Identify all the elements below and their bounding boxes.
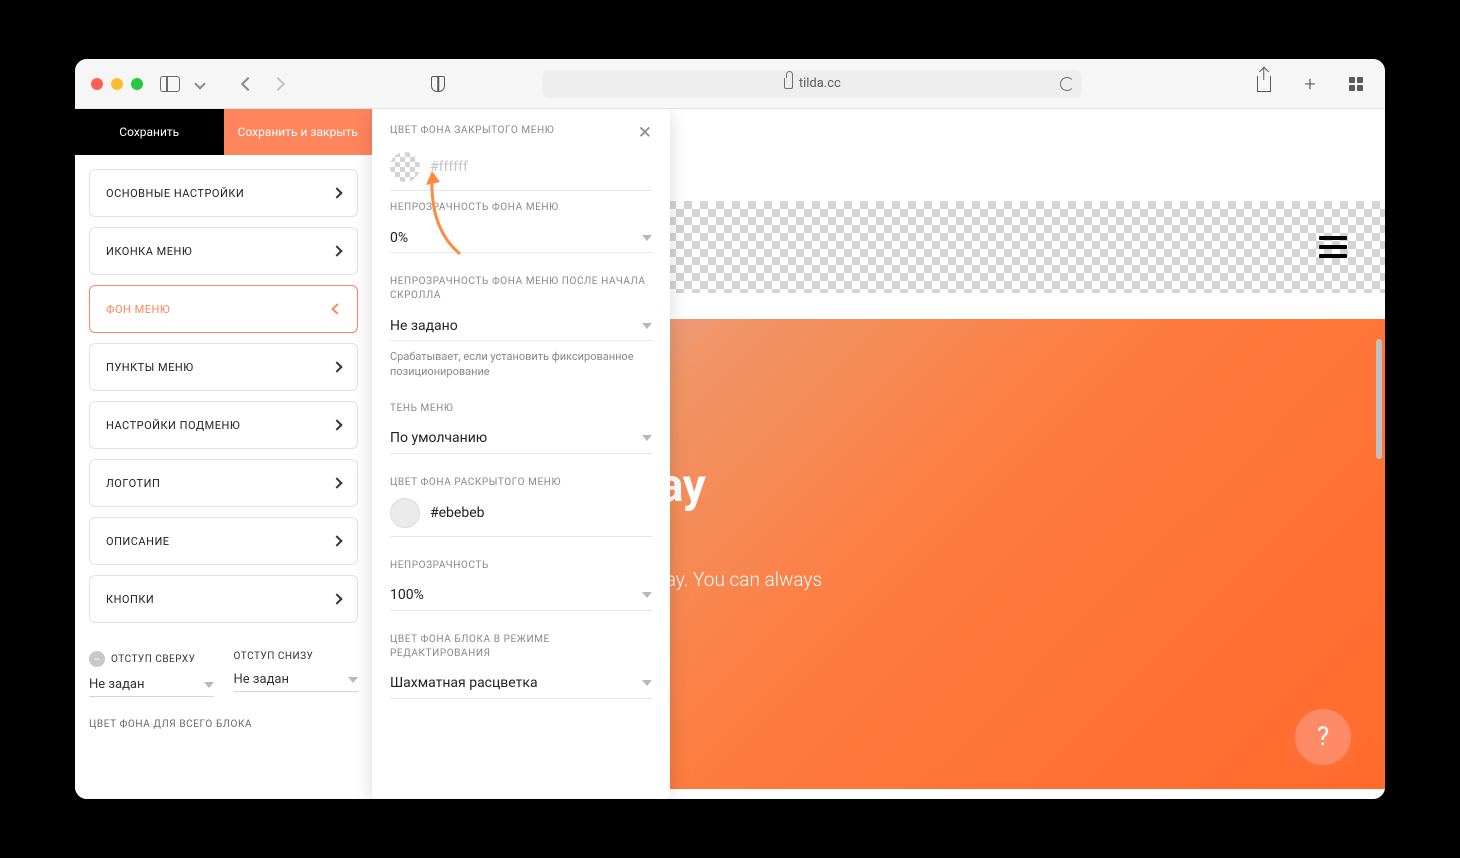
category-buttons[interactable]: КНОПКИ	[89, 575, 358, 623]
help-button[interactable]: ?	[1295, 709, 1351, 765]
category-main-settings[interactable]: ОСНОВНЫЕ НАСТРОЙКИ	[89, 169, 358, 217]
save-button[interactable]: Сохранить	[75, 109, 224, 155]
info-icon: –	[89, 651, 105, 667]
privacy-shield-icon[interactable]	[425, 73, 451, 95]
menu-bg-opacity-scroll-hint: Срабатывает, если установить фиксированн…	[390, 349, 652, 380]
browser-toolbar: tilda.cc +	[75, 59, 1385, 109]
closed-menu-bg-swatch[interactable]	[390, 152, 420, 182]
menu-shadow-select[interactable]: По умолчанию	[390, 424, 652, 454]
margin-bottom-select[interactable]: Не задан	[234, 668, 359, 692]
fullscreen-window-button[interactable]	[131, 78, 143, 90]
category-menu-items[interactable]: ПУНКТЫ МЕНЮ	[89, 343, 358, 391]
lock-icon	[784, 78, 793, 89]
refresh-icon[interactable]	[1060, 77, 1074, 91]
address-bar[interactable]: tilda.cc	[542, 70, 1082, 98]
new-tab-button[interactable]: +	[1297, 73, 1323, 95]
category-submenu-settings[interactable]: НАСТРОЙКИ ПОДМЕНЮ	[89, 401, 358, 449]
margin-top-select[interactable]: Не задан	[89, 673, 214, 697]
block-bg-color-label: ЦВЕТ ФОНА ДЛЯ ВСЕГО БЛОКА	[75, 697, 372, 730]
menu-background-flyout: ЦВЕТ ФОНА ЗАКРЫТОГО МЕНЮ ✕ НЕПРОЗРАЧНОСТ…	[372, 109, 670, 799]
closed-menu-bg-label: ЦВЕТ ФОНА ЗАКРЫТОГО МЕНЮ	[390, 125, 554, 136]
menu-bg-opacity-scroll-label: НЕПРОЗРАЧНОСТЬ ФОНА МЕНЮ ПОСЛЕ НАЧАЛА СК…	[390, 275, 652, 303]
scrollbar-thumb[interactable]	[1376, 339, 1382, 459]
close-window-button[interactable]	[91, 78, 103, 90]
save-and-close-button[interactable]: Сохранить и закрыть	[224, 109, 373, 155]
minimize-window-button[interactable]	[111, 78, 123, 90]
category-menu-icon[interactable]: ИКОНКА МЕНЮ	[89, 227, 358, 275]
open-menu-bg-swatch[interactable]	[390, 498, 420, 528]
menu-bg-opacity-scroll-select[interactable]: Не задано	[390, 311, 652, 341]
burger-menu-icon[interactable]	[1319, 236, 1347, 258]
sidebar-toggle-button[interactable]	[157, 73, 183, 95]
opacity2-label: НЕПРОЗРАЧНОСТЬ	[390, 559, 652, 573]
category-logo[interactable]: ЛОГОТИП	[89, 459, 358, 507]
margin-top-label: ОТСТУП СВЕРХУ	[111, 654, 195, 665]
menu-bg-opacity-label: НЕПРОЗРАЧНОСТЬ ФОНА МЕНЮ	[390, 201, 652, 215]
opacity2-select[interactable]: 100%	[390, 581, 652, 611]
nav-forward-button[interactable]	[265, 73, 291, 95]
margin-bottom-label: ОТСТУП СНИЗУ	[234, 651, 314, 662]
sidebar-menu-chevron[interactable]	[187, 73, 213, 95]
open-menu-bg-input[interactable]	[430, 505, 652, 521]
tab-overview-button[interactable]	[1343, 73, 1369, 95]
closed-menu-bg-input[interactable]	[430, 159, 652, 175]
settings-sidebar: Сохранить Сохранить и закрыть ОСНОВНЫЕ Н…	[75, 109, 372, 799]
nav-back-button[interactable]	[235, 73, 261, 95]
category-description[interactable]: ОПИСАНИЕ	[89, 517, 358, 565]
edit-mode-bg-label: ЦВЕТ ФОНА БЛОКА В РЕЖИМЕ РЕДАКТИРОВАНИЯ	[390, 633, 652, 661]
browser-window: tilda.cc + Сохранить Сохранить и закрыть…	[75, 59, 1385, 799]
category-menu-background[interactable]: ФОН МЕНЮ	[89, 285, 358, 333]
open-menu-bg-label: ЦВЕТ ФОНА РАСКРЫТОГО МЕНЮ	[390, 476, 652, 490]
menu-shadow-label: ТЕНЬ МЕНЮ	[390, 402, 652, 416]
menu-bg-opacity-select[interactable]: 0%	[390, 223, 652, 253]
share-button[interactable]	[1251, 73, 1277, 95]
edit-mode-bg-select[interactable]: Шахматная расцветка	[390, 669, 652, 699]
close-flyout-button[interactable]: ✕	[638, 125, 652, 142]
window-controls	[91, 78, 143, 90]
address-bar-domain: tilda.cc	[799, 76, 841, 91]
